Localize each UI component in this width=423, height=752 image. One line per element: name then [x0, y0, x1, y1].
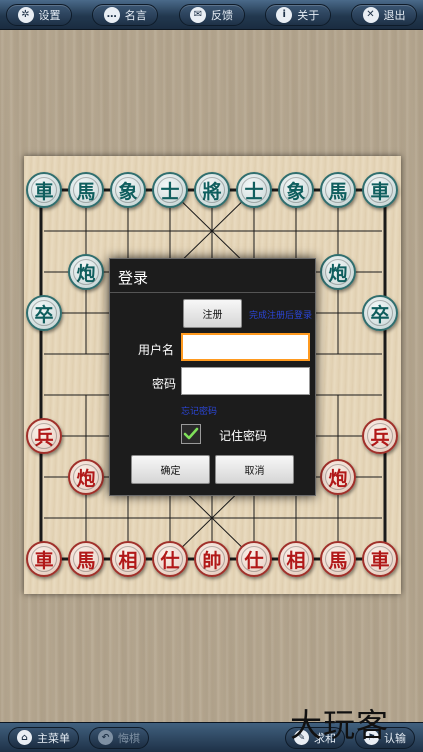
remember-password-checkbox[interactable] [181, 424, 201, 444]
red-elephant-right[interactable]: 相 [278, 541, 314, 577]
top-toolbar: ✲ 设置 … 名言 ✉ 反馈 i 关于 ✕ 退出 [0, 0, 423, 30]
undo-button[interactable]: ↶ 悔棋 [89, 726, 149, 749]
dialog-title: 登录 [118, 269, 149, 287]
checkmark-icon [183, 427, 199, 440]
exit-button[interactable]: ✕ 退出 [351, 3, 417, 26]
mail-icon: ✉ [190, 6, 206, 23]
black-elephant-right[interactable]: 象 [278, 172, 314, 208]
black-elephant-left[interactable]: 象 [110, 172, 146, 208]
username-label: 用户名 [138, 343, 175, 357]
dialog-divider [110, 292, 315, 293]
black-chariot-left[interactable]: 車 [26, 172, 62, 208]
black-cannon-right[interactable]: 炮 [320, 254, 356, 290]
about-button[interactable]: i 关于 [264, 3, 331, 26]
home-icon: ⌂ [17, 730, 32, 745]
black-cannon-left[interactable]: 炮 [68, 254, 104, 290]
black-general[interactable]: 將 [194, 172, 230, 208]
red-advisor-left[interactable]: 仕 [152, 541, 188, 577]
settings-button[interactable]: ✲ 设置 [6, 3, 72, 26]
password-label: 密码 [152, 377, 177, 391]
settings-label: 设置 [38, 8, 61, 22]
info-icon: i [276, 6, 293, 23]
remember-password-label: 记住密码 [219, 429, 268, 443]
red-cannon-right[interactable]: 炮 [320, 459, 356, 495]
red-chariot-left[interactable]: 車 [26, 541, 62, 577]
feedback-button[interactable]: ✉ 反馈 [178, 3, 245, 26]
close-icon: ✕ [362, 6, 379, 23]
black-soldier-1[interactable]: 卒 [26, 295, 62, 331]
red-elephant-left[interactable]: 相 [110, 541, 146, 577]
red-general[interactable]: 帥 [194, 541, 230, 577]
exit-label: 退出 [383, 8, 406, 22]
red-horse-left[interactable]: 馬 [68, 541, 104, 577]
watermark-text: 大玩客 [290, 706, 390, 744]
red-chariot-right[interactable]: 車 [362, 541, 398, 577]
quotes-button[interactable]: … 名言 [92, 3, 159, 26]
confirm-button[interactable]: 确定 [131, 455, 210, 484]
red-soldier-5[interactable]: 兵 [362, 418, 398, 454]
register-button[interactable]: 注册 [183, 299, 242, 328]
black-horse-right[interactable]: 馬 [320, 172, 356, 208]
red-advisor-right[interactable]: 仕 [236, 541, 272, 577]
main-menu-label: 主菜单 [37, 731, 70, 745]
undo-label: 悔棋 [118, 731, 140, 745]
forgot-password-link[interactable]: 忘记密码 [181, 404, 217, 417]
speech-bubble-icon: … [103, 6, 120, 23]
black-horse-left[interactable]: 馬 [68, 172, 104, 208]
feedback-label: 反馈 [211, 8, 233, 22]
red-soldier-1[interactable]: 兵 [26, 418, 62, 454]
register-hint-link[interactable]: 完成注册后登录 [249, 308, 312, 321]
black-advisor-left[interactable]: 士 [152, 172, 188, 208]
black-advisor-right[interactable]: 士 [236, 172, 272, 208]
red-cannon-left[interactable]: 炮 [68, 459, 104, 495]
red-horse-right[interactable]: 馬 [320, 541, 356, 577]
black-soldier-5[interactable]: 卒 [362, 295, 398, 331]
cancel-button[interactable]: 取消 [215, 455, 294, 484]
main-menu-button[interactable]: ⌂ 主菜单 [8, 726, 79, 749]
username-input[interactable] [181, 333, 310, 361]
about-label: 关于 [297, 8, 320, 22]
undo-icon: ↶ [98, 730, 113, 745]
quotes-label: 名言 [124, 8, 147, 22]
black-chariot-right[interactable]: 車 [362, 172, 398, 208]
gear-icon: ✲ [17, 6, 34, 23]
password-input[interactable] [181, 367, 310, 395]
login-dialog: 登录 注册 完成注册后登录 用户名 密码 忘记密码 记住密码 确定 取消 [109, 258, 316, 496]
